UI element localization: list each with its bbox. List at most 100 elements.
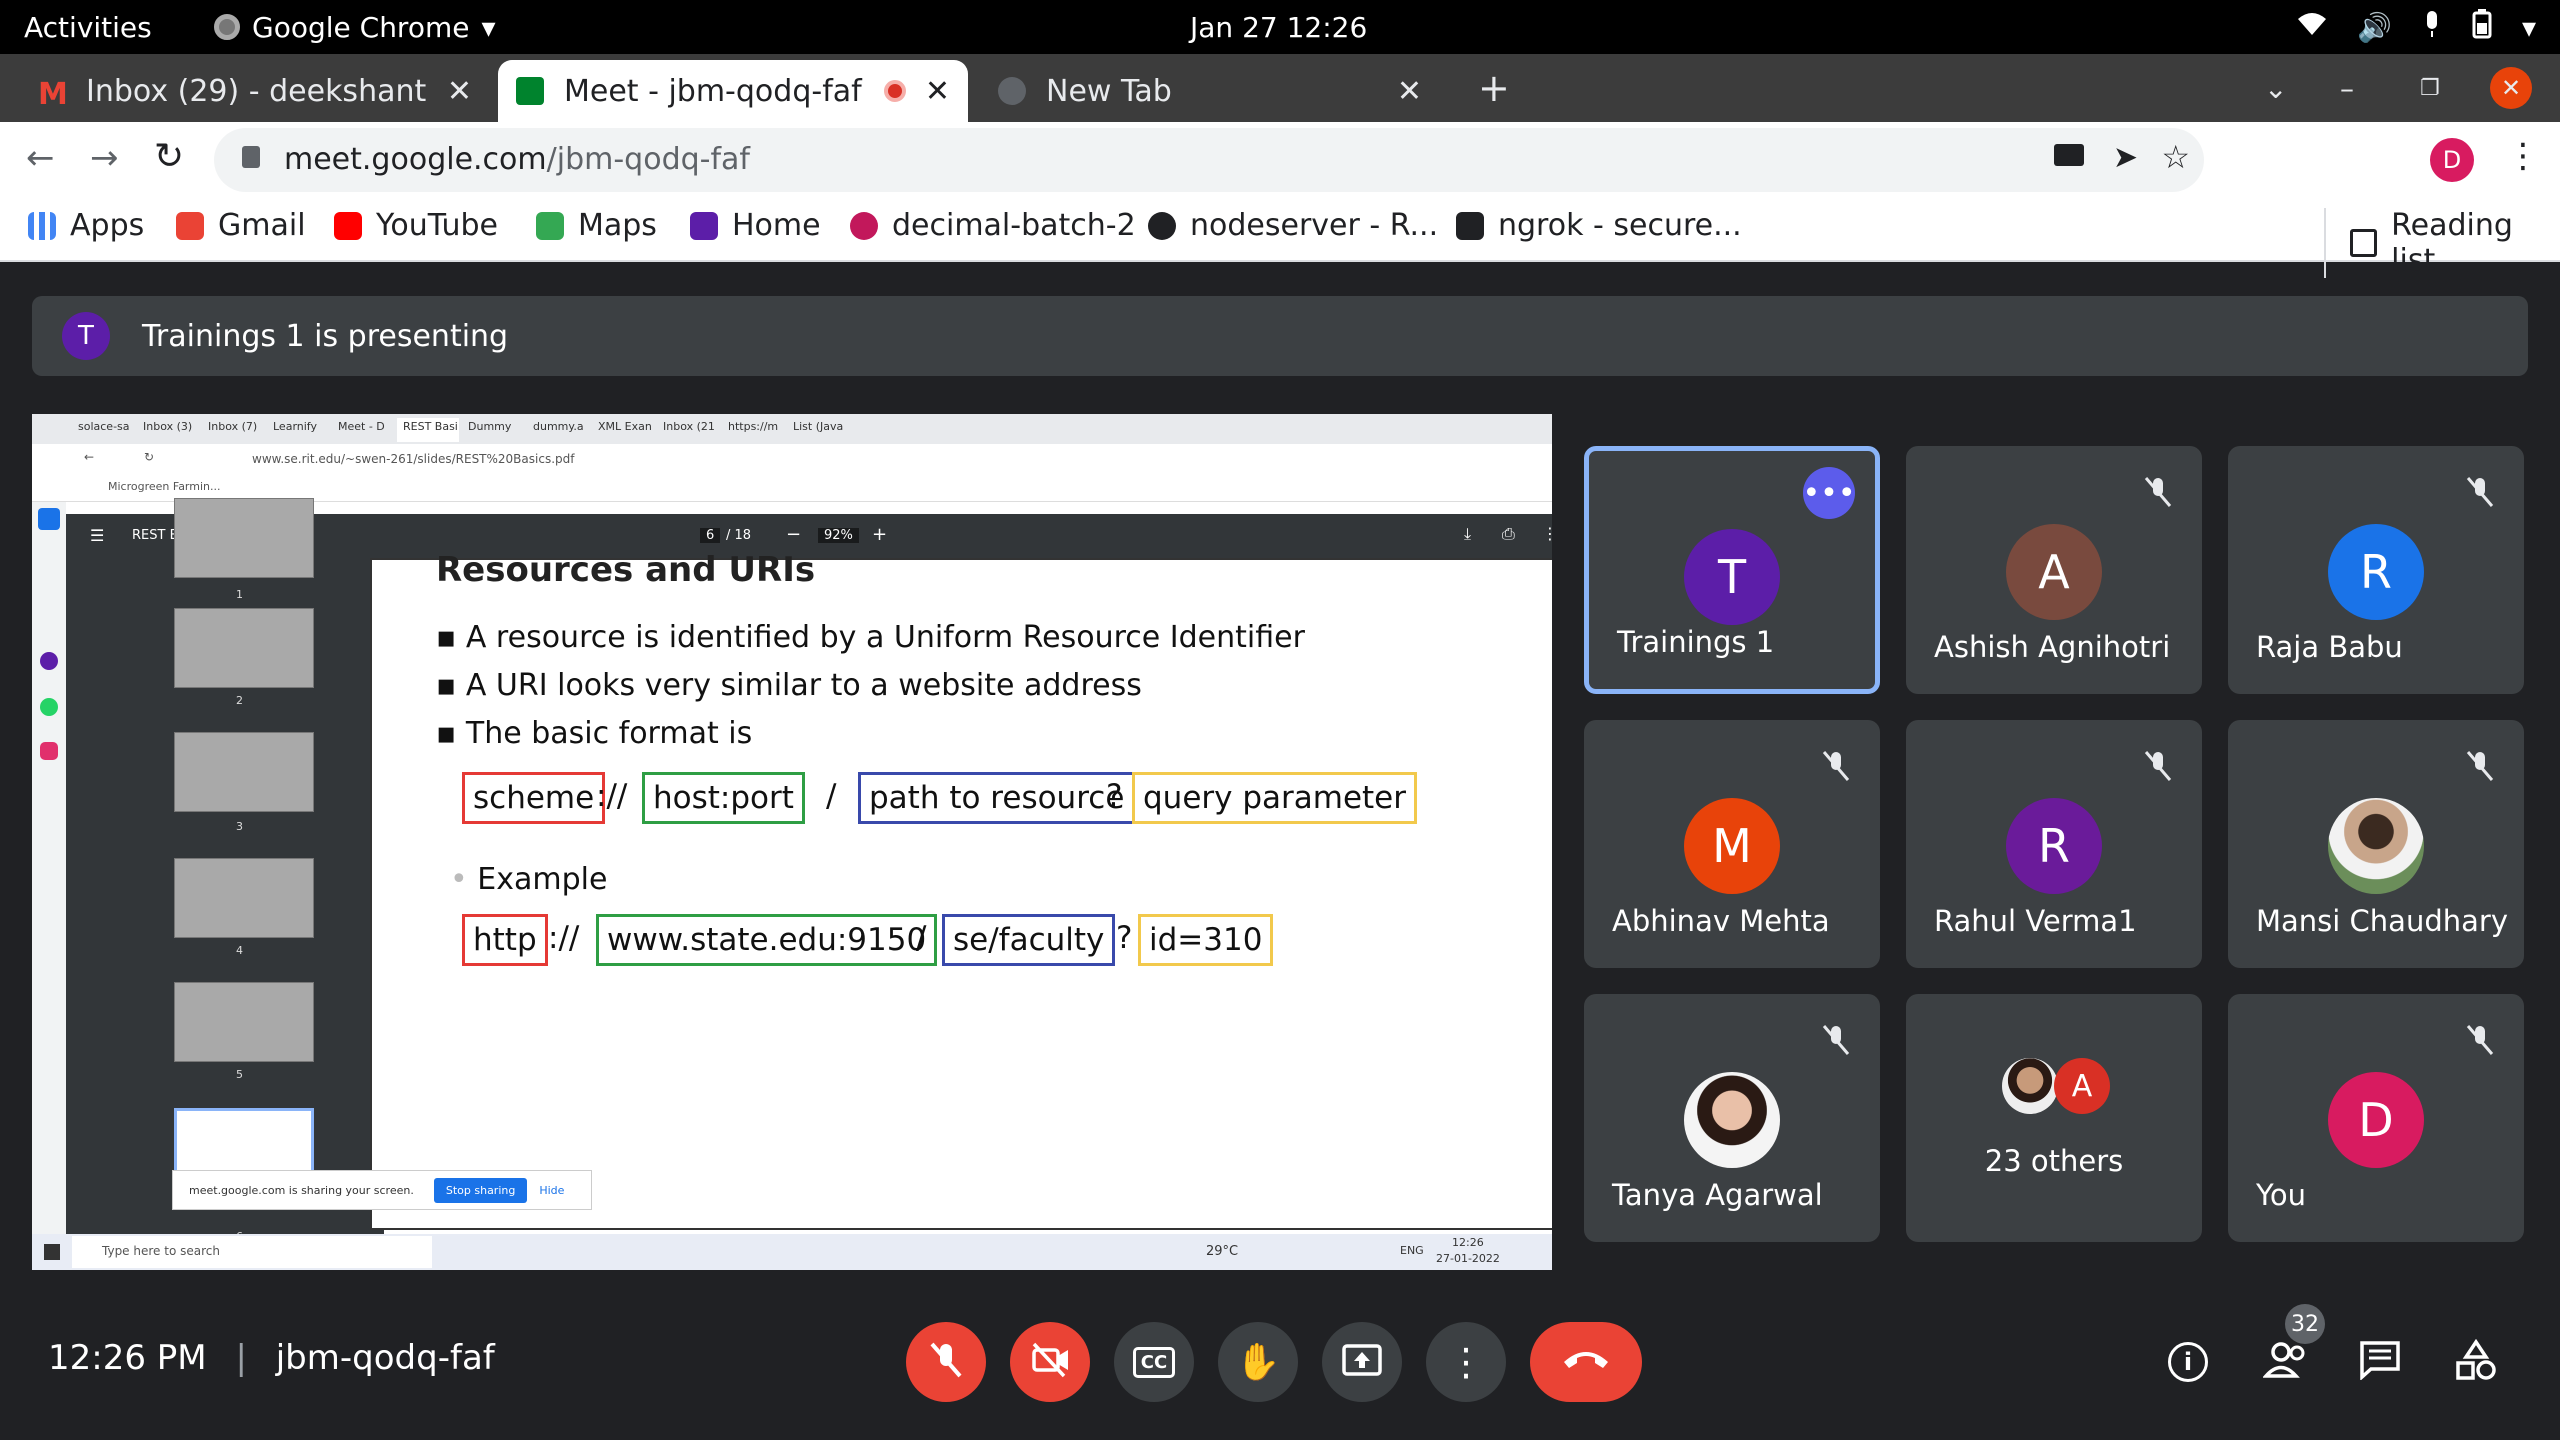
bookmark-ngrok[interactable]: ngrok - secure...	[1456, 208, 1742, 243]
close-tab-icon[interactable]: ✕	[925, 74, 950, 109]
reload-icon: ↻	[144, 450, 155, 464]
sharing-text: meet.google.com is sharing your screen.	[189, 1183, 414, 1197]
system-clock[interactable]: Jan 27 12:26	[1190, 11, 1367, 44]
self-tile[interactable]: D You	[2228, 994, 2524, 1242]
participant-tile[interactable]: M Abhinav Mehta	[1584, 720, 1880, 968]
camera-toggle-button[interactable]	[1010, 1322, 1090, 1402]
bookmark-maps[interactable]: Maps	[536, 208, 657, 243]
uri-example-row: http :// www.state.edu:9150 / se/faculty…	[462, 914, 1462, 966]
windows-start-icon	[44, 1244, 60, 1260]
omnibox-url: meet.google.com/jbm-qodq-faf	[284, 142, 750, 177]
participant-tile[interactable]: Tanya Agarwal	[1584, 994, 1880, 1242]
raise-hand-button[interactable]: ✋	[1218, 1322, 1298, 1402]
tab-new-tab[interactable]: New Tab ✕	[980, 60, 1440, 122]
participant-name: Abhinav Mehta	[1612, 904, 1830, 938]
query-box: query parameter	[1132, 772, 1418, 824]
ngrok-icon	[1456, 211, 1484, 240]
forward-arrow-icon[interactable]: →	[90, 138, 119, 178]
restore-icon[interactable]: ❐	[2420, 76, 2440, 101]
gmail-icon: M	[38, 77, 68, 112]
reload-icon[interactable]: ↻	[154, 136, 184, 177]
reading-list-icon	[2350, 229, 2378, 257]
participant-name: Raja Babu	[2256, 630, 2403, 664]
more-options-button[interactable]: ⋮	[1426, 1322, 1506, 1402]
participant-tile[interactable]: A Ashish Agnihotri	[1906, 446, 2202, 694]
sidebar-item-icon	[38, 508, 60, 530]
activities-button[interactable]: Activities	[24, 11, 152, 44]
participant-name: You	[2256, 1178, 2306, 1212]
bookmark-youtube[interactable]: YouTube	[334, 208, 498, 243]
back-arrow-icon: ←	[84, 450, 95, 464]
chrome-icon	[998, 77, 1026, 105]
system-tray[interactable]: 🔊 ▾	[2297, 8, 2536, 46]
tab-meet[interactable]: Meet - jbm-qodq-faf ✕	[498, 60, 968, 122]
home-icon	[690, 211, 718, 240]
camera-blocked-icon[interactable]	[2054, 144, 2084, 166]
bookmark-decimal-batch-2[interactable]: decimal-batch-2	[850, 208, 1136, 243]
activities-button[interactable]	[2446, 1332, 2506, 1392]
thumbnail-number: 1	[236, 588, 243, 601]
more-options-icon[interactable]: •••	[1802, 467, 1856, 519]
menu-icon: ☰	[90, 526, 105, 545]
tab-search-chevron-icon[interactable]: ⌄	[2264, 72, 2287, 105]
bookmark-gmail[interactable]: Gmail	[176, 208, 306, 243]
present-screen-icon	[1342, 1344, 1382, 1380]
bookmark-home[interactable]: Home	[690, 208, 821, 243]
shared-tab: https://m	[728, 420, 779, 433]
others-tile[interactable]: A 23 others	[1906, 994, 2202, 1242]
more-icon: ⋮	[1542, 524, 1552, 543]
participant-name: Trainings 1	[1617, 625, 1775, 659]
new-tab-plus-icon[interactable]: +	[1478, 66, 1510, 110]
bookmark-star-icon[interactable]: ☆	[2161, 138, 2190, 176]
present-button[interactable]	[1322, 1322, 1402, 1402]
battery-icon	[2472, 8, 2492, 46]
bookmark-nodeserver[interactable]: nodeserver - R...	[1148, 208, 1438, 243]
bookmark-apps[interactable]: Apps	[28, 208, 144, 243]
camera-off-icon	[1030, 1342, 1070, 1382]
close-window-icon[interactable]: ✕	[2490, 67, 2532, 109]
stop-sharing-button: Stop sharing	[433, 1177, 528, 1203]
minimize-icon[interactable]: –	[2340, 72, 2354, 105]
separator: ?	[1106, 778, 1123, 814]
send-icon[interactable]: ➤	[2113, 140, 2138, 175]
bookmarks-bar: Apps Gmail YouTube Maps Home decimal-bat…	[0, 198, 2560, 278]
shared-tab: Meet - D	[338, 420, 385, 433]
participant-tile[interactable]: R Rahul Verma1	[1906, 720, 2202, 968]
profile-avatar[interactable]: D	[2430, 138, 2474, 182]
scheme-box: scheme	[462, 772, 606, 824]
separator: ://	[548, 920, 580, 956]
leave-call-button[interactable]	[1530, 1322, 1642, 1402]
close-tab-icon[interactable]: ✕	[447, 74, 472, 109]
tab-gmail[interactable]: M Inbox (29) - deekshant.sin ✕	[20, 60, 490, 122]
back-arrow-icon[interactable]: ←	[26, 138, 55, 178]
slide-title: Resources and URIs	[436, 550, 816, 590]
participant-avatar: R	[2328, 524, 2424, 620]
slide-bullet: ▪ A resource is identified by a Uniform …	[436, 620, 1305, 655]
scheme-box: http	[462, 914, 548, 966]
pdf-thumbnail	[174, 498, 314, 578]
participant-avatar: M	[1684, 798, 1780, 894]
mic-toggle-button[interactable]	[906, 1322, 986, 1402]
close-tab-icon[interactable]: ✕	[1397, 74, 1422, 109]
chat-button[interactable]	[2350, 1332, 2410, 1392]
url-host: meet.google.com	[284, 142, 547, 177]
reading-list-button[interactable]: Reading list	[2324, 208, 2560, 278]
omnibox[interactable]: meet.google.com/jbm-qodq-faf ➤ ☆	[214, 128, 2204, 192]
app-menu[interactable]: Google Chrome ▾	[214, 11, 496, 44]
participant-tile[interactable]: Mansi Chaudhary	[2228, 720, 2524, 968]
mic-muted-icon	[2456, 468, 2504, 516]
sharing-notice: meet.google.com is sharing your screen. …	[172, 1170, 592, 1210]
participant-tile[interactable]: R Raja Babu	[2228, 446, 2524, 694]
captions-button[interactable]: CC	[1114, 1322, 1194, 1402]
participant-tile[interactable]: T Trainings 1 •••	[1584, 446, 1880, 694]
presenter-avatar: T	[62, 312, 110, 360]
pdf-thumbnail	[174, 608, 314, 688]
path-box: se/faculty	[942, 914, 1116, 966]
shared-tab: dummy.a	[533, 420, 584, 433]
pdf-page-total: / 18	[726, 528, 752, 543]
slide-bullet: ▪ The basic format is	[436, 716, 753, 751]
kebab-menu-icon[interactable]: ⋮	[2506, 136, 2540, 176]
meeting-time: 12:26 PM	[48, 1338, 207, 1378]
meeting-info-button[interactable]: i	[2158, 1332, 2218, 1392]
pdf-slide: Resources and URIs ▪ A resource is ident…	[370, 550, 1552, 1230]
